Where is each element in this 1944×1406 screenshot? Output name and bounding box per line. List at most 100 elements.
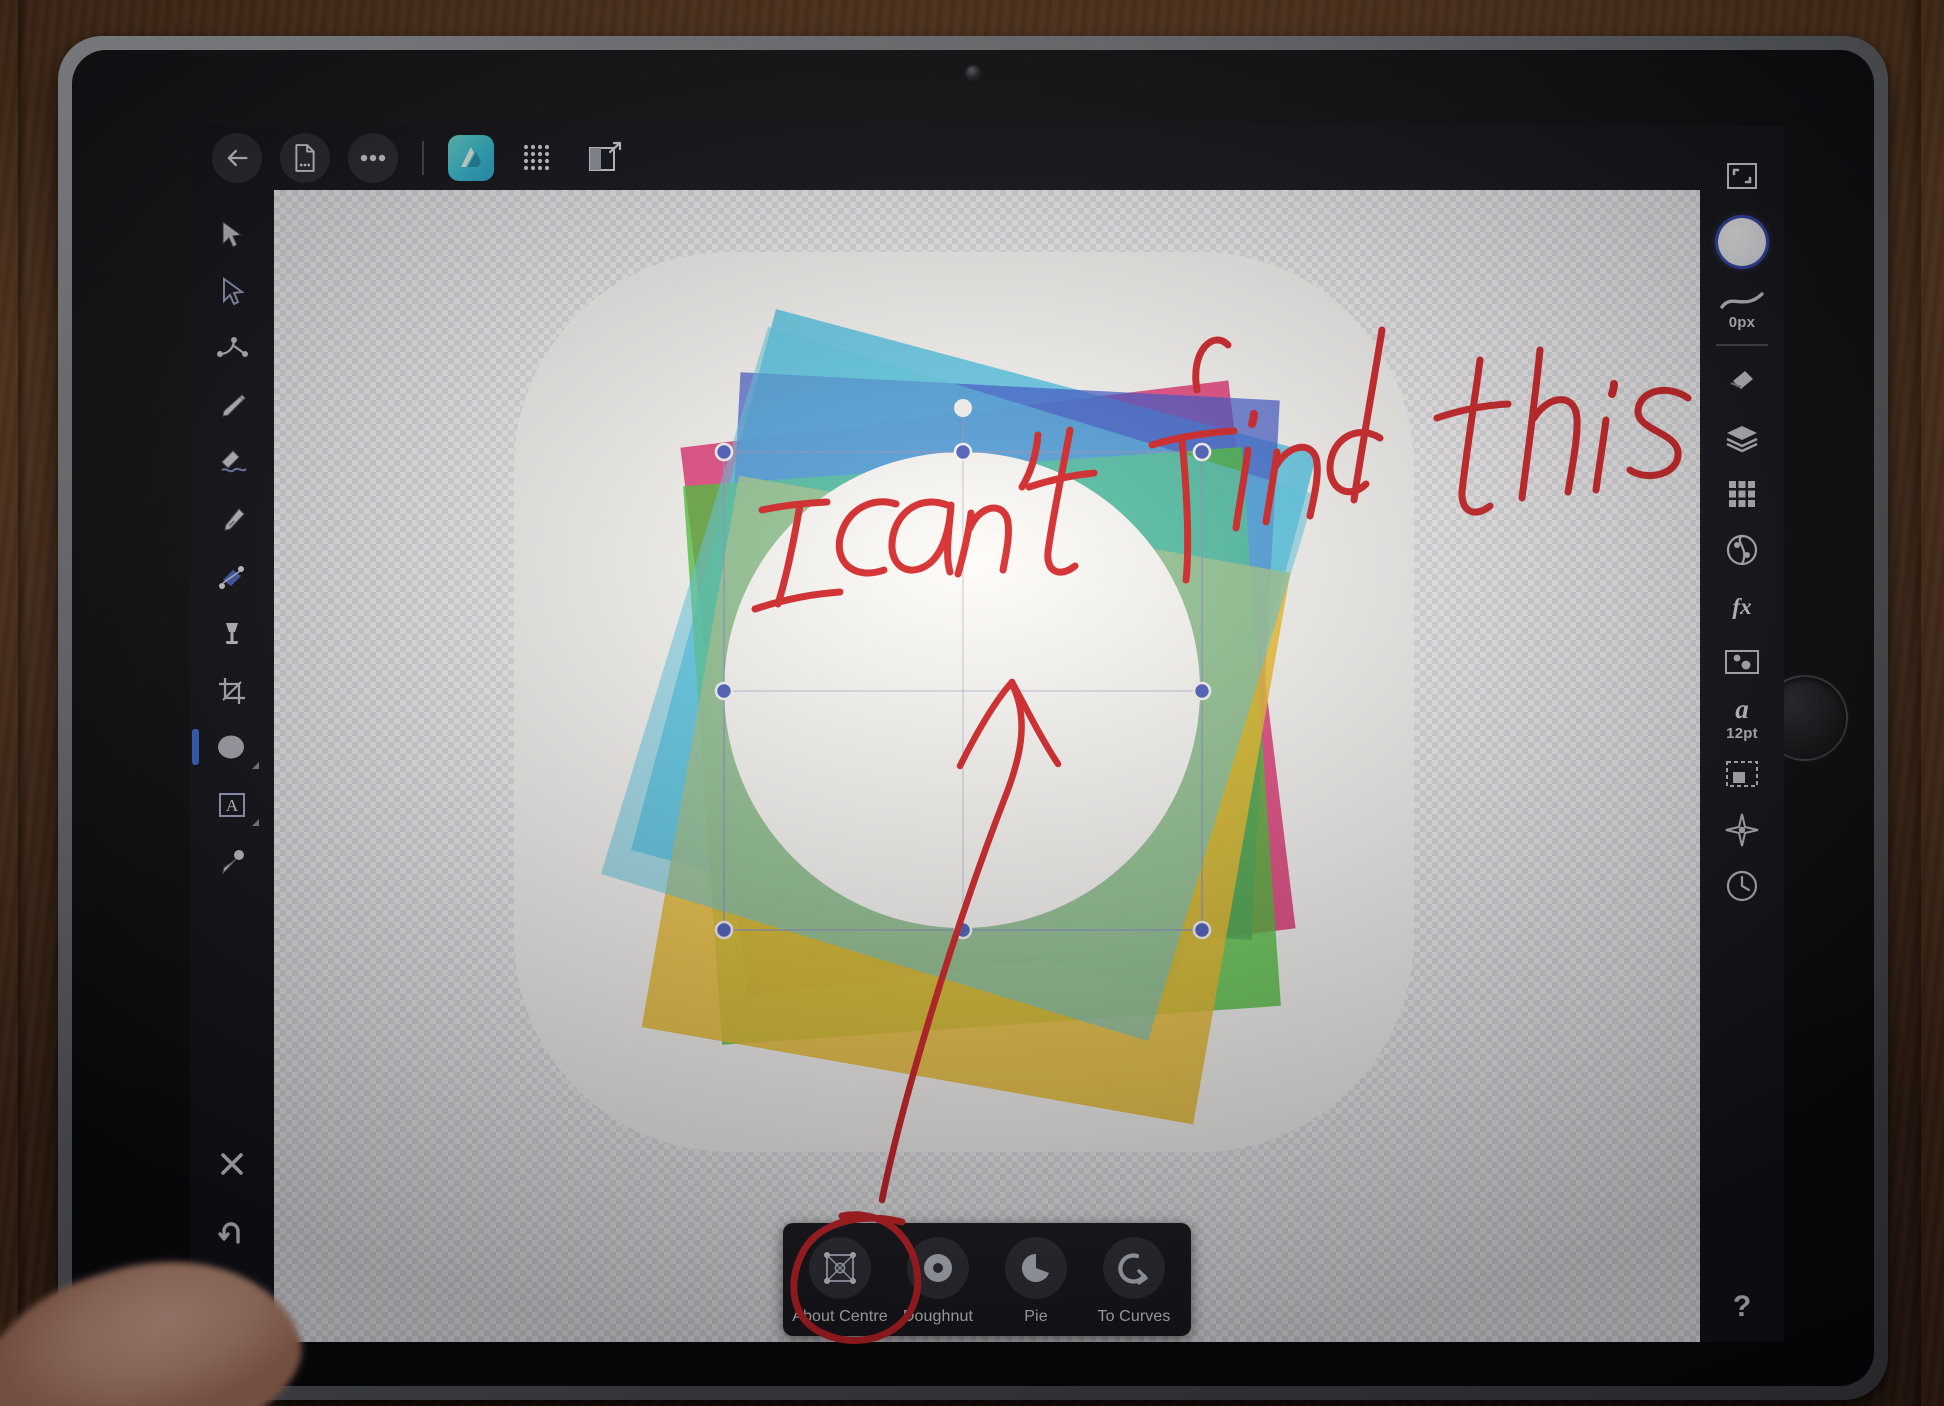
back-button[interactable] [212, 133, 262, 183]
history-clock-icon [1726, 870, 1758, 902]
document-canvas[interactable] [274, 190, 1700, 1342]
back-arrow-icon [227, 149, 248, 167]
tool-corner[interactable] [201, 320, 263, 377]
layers-icon [1726, 426, 1758, 453]
top-toolbar [190, 126, 1784, 190]
tool-colour-picker[interactable] [201, 833, 263, 890]
effects-button[interactable]: fx [1709, 578, 1775, 634]
svg-text:a: a [1735, 694, 1749, 724]
character-button[interactable]: a 12pt [1709, 690, 1775, 746]
corner-tool-icon [217, 336, 248, 357]
character-size-value: 12pt [1726, 725, 1758, 742]
shape-builder-icon [219, 565, 244, 589]
node-arrow-icon [223, 276, 245, 305]
ipad-bezel: A 0px fx a 12pt ? About Centre Doughnut … [72, 50, 1874, 1386]
pencil-icon [222, 393, 246, 417]
adjustments-button[interactable] [1709, 634, 1775, 690]
document-button[interactable] [280, 133, 330, 183]
pen-nib-icon [224, 507, 245, 531]
ellipse-shape-icon [218, 735, 244, 758]
swatches-button[interactable] [1709, 466, 1775, 522]
tool-move[interactable] [201, 206, 263, 263]
help-button[interactable]: ? [1733, 1290, 1751, 1324]
pie-button[interactable] [1005, 1237, 1067, 1299]
to-curves-icon [1118, 1253, 1148, 1285]
colour-picker-icon [222, 849, 244, 875]
tool-pen[interactable] [201, 491, 263, 548]
doughnut-button[interactable] [907, 1237, 969, 1299]
front-camera-icon [966, 66, 980, 79]
context-item-about-centre[interactable]: About Centre [792, 1237, 888, 1326]
fit-document-button[interactable] [1709, 148, 1775, 204]
to-curves-button[interactable] [1103, 1237, 1165, 1299]
fit-frame-icon [1727, 163, 1757, 189]
rotation-handle[interactable] [954, 399, 972, 417]
tool-crop[interactable] [201, 662, 263, 719]
context-label: To Curves [1097, 1308, 1171, 1325]
about-centre-button[interactable] [809, 1237, 871, 1299]
transform-icon [1726, 761, 1758, 787]
tool-flyout-indicator [252, 819, 259, 826]
undo-arrow-icon [218, 1221, 240, 1244]
studio-button[interactable] [512, 133, 562, 183]
ellipsis-icon [360, 154, 386, 162]
adjustment-icon [1725, 650, 1759, 674]
context-label: Doughnut [902, 1308, 974, 1325]
about-centre-icon [824, 1252, 856, 1284]
tool-pencil[interactable] [201, 377, 263, 434]
stroke-width-value: 0px [1728, 314, 1756, 331]
deselect-button[interactable] [201, 1135, 263, 1192]
tool-vector-brush[interactable] [201, 434, 263, 491]
colour-wheel-button[interactable] [1709, 522, 1775, 578]
document-icon [295, 144, 315, 172]
export-persona-button[interactable] [580, 133, 630, 183]
close-x-icon [221, 1152, 243, 1175]
colour-disc-icon [1718, 218, 1766, 266]
undo-button[interactable] [201, 1204, 263, 1261]
colour-button[interactable] [1709, 214, 1775, 270]
crop-icon [219, 677, 245, 704]
context-label: About Centre [792, 1308, 888, 1325]
desk-background: A 0px fx a 12pt ? About Centre Doughnut … [0, 0, 1944, 1406]
affinity-designer-persona-button[interactable] [448, 135, 494, 181]
left-tool-rail: A [190, 190, 274, 1342]
wood-plank-seam [18, 0, 28, 1406]
app-screen: A 0px fx a 12pt ? About Centre Doughnut … [190, 126, 1784, 1342]
history-button[interactable] [1709, 858, 1775, 914]
tool-ellipse[interactable] [192, 719, 263, 776]
navigator-compass-icon [1725, 813, 1759, 847]
ipad-device: A 0px fx a 12pt ? About Centre Doughnut … [58, 36, 1888, 1400]
tool-text-frame[interactable]: A [201, 776, 263, 833]
rail-divider [1716, 344, 1768, 346]
pie-icon [1021, 1253, 1049, 1282]
context-item-to-curves[interactable]: To Curves [1087, 1237, 1181, 1326]
stroke-button[interactable]: 0px [1709, 282, 1775, 338]
svg-text:fx: fx [1732, 594, 1751, 619]
swatches-grid-icon [1729, 481, 1755, 507]
context-item-doughnut[interactable]: Doughnut [891, 1237, 985, 1326]
doughnut-icon [924, 1254, 952, 1282]
affinity-designer-logo-icon [461, 147, 481, 167]
context-label: Pie [1024, 1308, 1048, 1325]
context-toolbar: About Centre Doughnut Pie To Curves [783, 1223, 1191, 1336]
export-persona-icon [589, 141, 622, 171]
move-arrow-icon [222, 220, 243, 248]
tool-node[interactable] [201, 263, 263, 320]
artwork-group[interactable] [274, 190, 1700, 1342]
brushes-button[interactable] [1709, 354, 1775, 410]
context-item-pie[interactable]: Pie [989, 1237, 1083, 1326]
vector-brush-icon [221, 449, 247, 472]
tool-fill[interactable] [201, 605, 263, 662]
stroke-curve-icon [1720, 292, 1764, 309]
tool-shape-builder[interactable] [201, 548, 263, 605]
navigator-button[interactable] [1709, 802, 1775, 858]
more-button[interactable] [348, 133, 398, 183]
svg-text:A: A [226, 796, 239, 815]
transform-button[interactable] [1709, 746, 1775, 802]
character-a-icon: a [1735, 694, 1749, 724]
tool-flyout-indicator [252, 762, 259, 769]
brush-icon [1730, 371, 1753, 389]
right-studio-rail: 0px fx a 12pt ? [1700, 126, 1784, 1342]
fill-goblet-icon [226, 622, 238, 644]
layers-button[interactable] [1709, 410, 1775, 466]
